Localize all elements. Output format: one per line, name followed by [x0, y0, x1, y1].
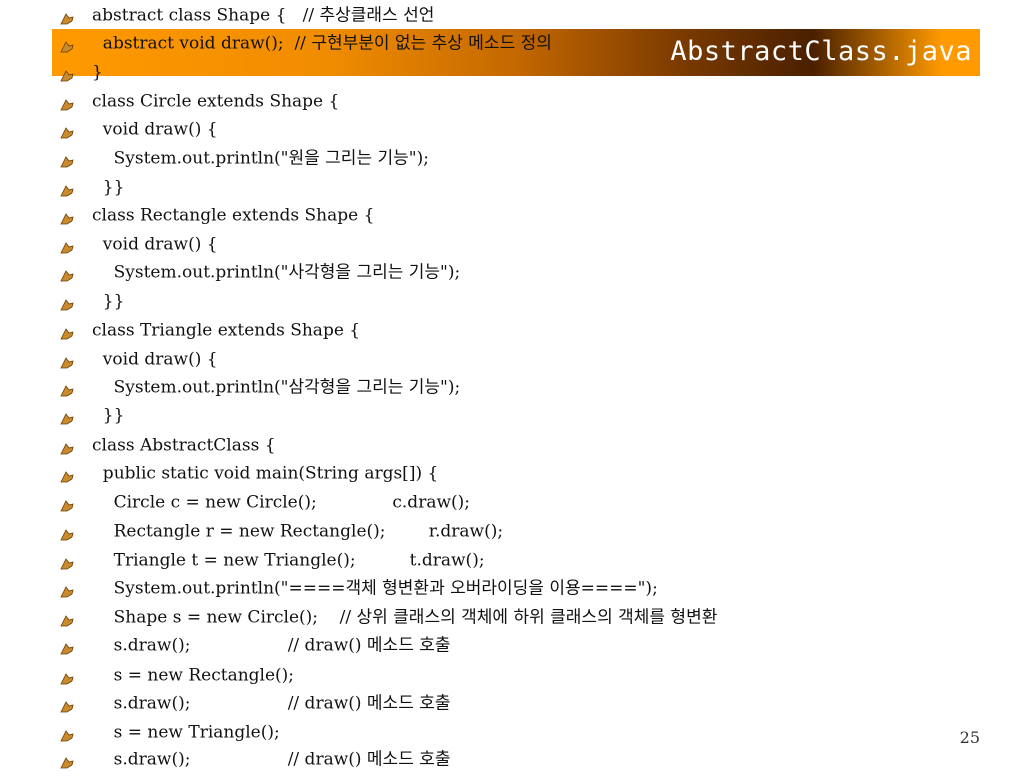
- code-text: }: [92, 62, 103, 83]
- code-text: void draw() {: [92, 234, 218, 255]
- bullet-icon: [60, 64, 74, 81]
- bullet-icon: [60, 121, 74, 138]
- code-text: s = new Rectangle();: [92, 665, 295, 686]
- code-text: public static void main(String args[]) {: [92, 463, 439, 484]
- bullet-icon: [60, 580, 74, 597]
- code-text: System.out.println("원을 그리는 기능");: [92, 148, 429, 169]
- bullet-icon: [60, 637, 74, 654]
- bullet-icon: [60, 609, 74, 626]
- bullet-icon: [60, 35, 74, 52]
- bullet-icon: [60, 264, 74, 281]
- bullet-icon: [60, 751, 74, 768]
- code-text: Rectangle r = new Rectangle(); r.draw();: [92, 521, 504, 542]
- bullet-icon: [60, 322, 74, 339]
- code-text: System.out.println("사각형을 그리는 기능");: [92, 262, 461, 283]
- code-text: s = new Triangle();: [92, 722, 280, 743]
- bullet-icon: [60, 407, 74, 424]
- bullet-icon: [60, 667, 74, 684]
- code-line: void draw() {: [60, 115, 218, 143]
- code-line: }: [60, 58, 103, 86]
- code-text: System.out.println("삼각형을 그리는 기능");: [92, 377, 461, 398]
- code-line: s = new Rectangle();: [60, 661, 294, 689]
- code-text: System.out.println("====객체 형변환과 오버라이딩을 이…: [92, 578, 658, 599]
- code-text: class Circle extends Shape {: [92, 91, 340, 112]
- code-text: class Rectangle extends Shape {: [92, 205, 375, 226]
- bullet-icon: [60, 379, 74, 396]
- code-text: class AbstractClass {: [92, 435, 276, 456]
- code-text: abstract class Shape { // 추상클래스 선언: [92, 5, 435, 26]
- code-line: Triangle t = new Triangle(); t.draw();: [60, 546, 485, 574]
- code-text: void draw() {: [92, 349, 218, 370]
- code-line: void draw() {: [60, 230, 218, 258]
- slide-title: AbstractClass.java: [670, 36, 972, 67]
- bullet-icon: [60, 236, 74, 253]
- code-line: class Triangle extends Shape {: [60, 316, 360, 344]
- code-text: }}: [92, 405, 125, 426]
- code-line: System.out.println("원을 그리는 기능");: [60, 144, 429, 172]
- code-line: }}: [60, 287, 124, 315]
- code-line: void draw() {: [60, 345, 218, 373]
- code-text: abstract void draw(); // 구현부분이 없는 추상 메소드…: [92, 33, 552, 54]
- bullet-icon: [60, 293, 74, 310]
- code-line: abstract void draw(); // 구현부분이 없는 추상 메소드…: [60, 29, 552, 57]
- bullet-icon: [60, 437, 74, 454]
- bullet-icon: [60, 93, 74, 110]
- code-line: s.draw(); // draw() 메소드 호출: [60, 745, 451, 773]
- code-line: class Circle extends Shape {: [60, 87, 339, 115]
- code-line: s.draw(); // draw() 메소드 호출: [60, 689, 451, 717]
- code-line: Shape s = new Circle(); // 상위 클래스의 객체에 하…: [60, 603, 717, 631]
- code-line: class Rectangle extends Shape {: [60, 201, 374, 229]
- code-line: System.out.println("====객체 형변환과 오버라이딩을 이…: [60, 574, 658, 602]
- code-line: Rectangle r = new Rectangle(); r.draw();: [60, 517, 503, 545]
- code-text: }}: [92, 177, 125, 198]
- code-line: public static void main(String args[]) {: [60, 459, 438, 487]
- bullet-icon: [60, 207, 74, 224]
- code-line: class AbstractClass {: [60, 431, 276, 459]
- bullet-icon: [60, 465, 74, 482]
- bullet-icon: [60, 7, 74, 24]
- code-line: s = new Triangle();: [60, 718, 280, 746]
- code-line: Circle c = new Circle(); c.draw();: [60, 488, 470, 516]
- bullet-icon: [60, 351, 74, 368]
- bullet-icon: [60, 494, 74, 511]
- code-line: System.out.println("사각형을 그리는 기능");: [60, 258, 460, 286]
- code-line: }}: [60, 401, 124, 429]
- code-text: class Triangle extends Shape {: [92, 320, 361, 341]
- bullet-icon: [60, 179, 74, 196]
- code-text: s.draw(); // draw() 메소드 호출: [92, 749, 451, 770]
- code-text: void draw() {: [92, 119, 218, 140]
- bullet-icon: [60, 523, 74, 540]
- bullet-icon: [60, 552, 74, 569]
- code-text: Triangle t = new Triangle(); t.draw();: [92, 550, 485, 571]
- code-text: }}: [92, 291, 125, 312]
- code-line: System.out.println("삼각형을 그리는 기능");: [60, 373, 460, 401]
- code-line: }}: [60, 173, 124, 201]
- bullet-icon: [60, 724, 74, 741]
- page-number: 25: [959, 728, 980, 747]
- code-text: Shape s = new Circle(); // 상위 클래스의 객체에 하…: [92, 607, 718, 628]
- bullet-icon: [60, 150, 74, 167]
- code-line: abstract class Shape { // 추상클래스 선언: [60, 1, 434, 29]
- code-line: s.draw(); // draw() 메소드 호출: [60, 631, 451, 659]
- bullet-icon: [60, 695, 74, 712]
- code-text: s.draw(); // draw() 메소드 호출: [92, 635, 451, 656]
- code-text: Circle c = new Circle(); c.draw();: [92, 492, 470, 513]
- code-text: s.draw(); // draw() 메소드 호출: [92, 693, 451, 714]
